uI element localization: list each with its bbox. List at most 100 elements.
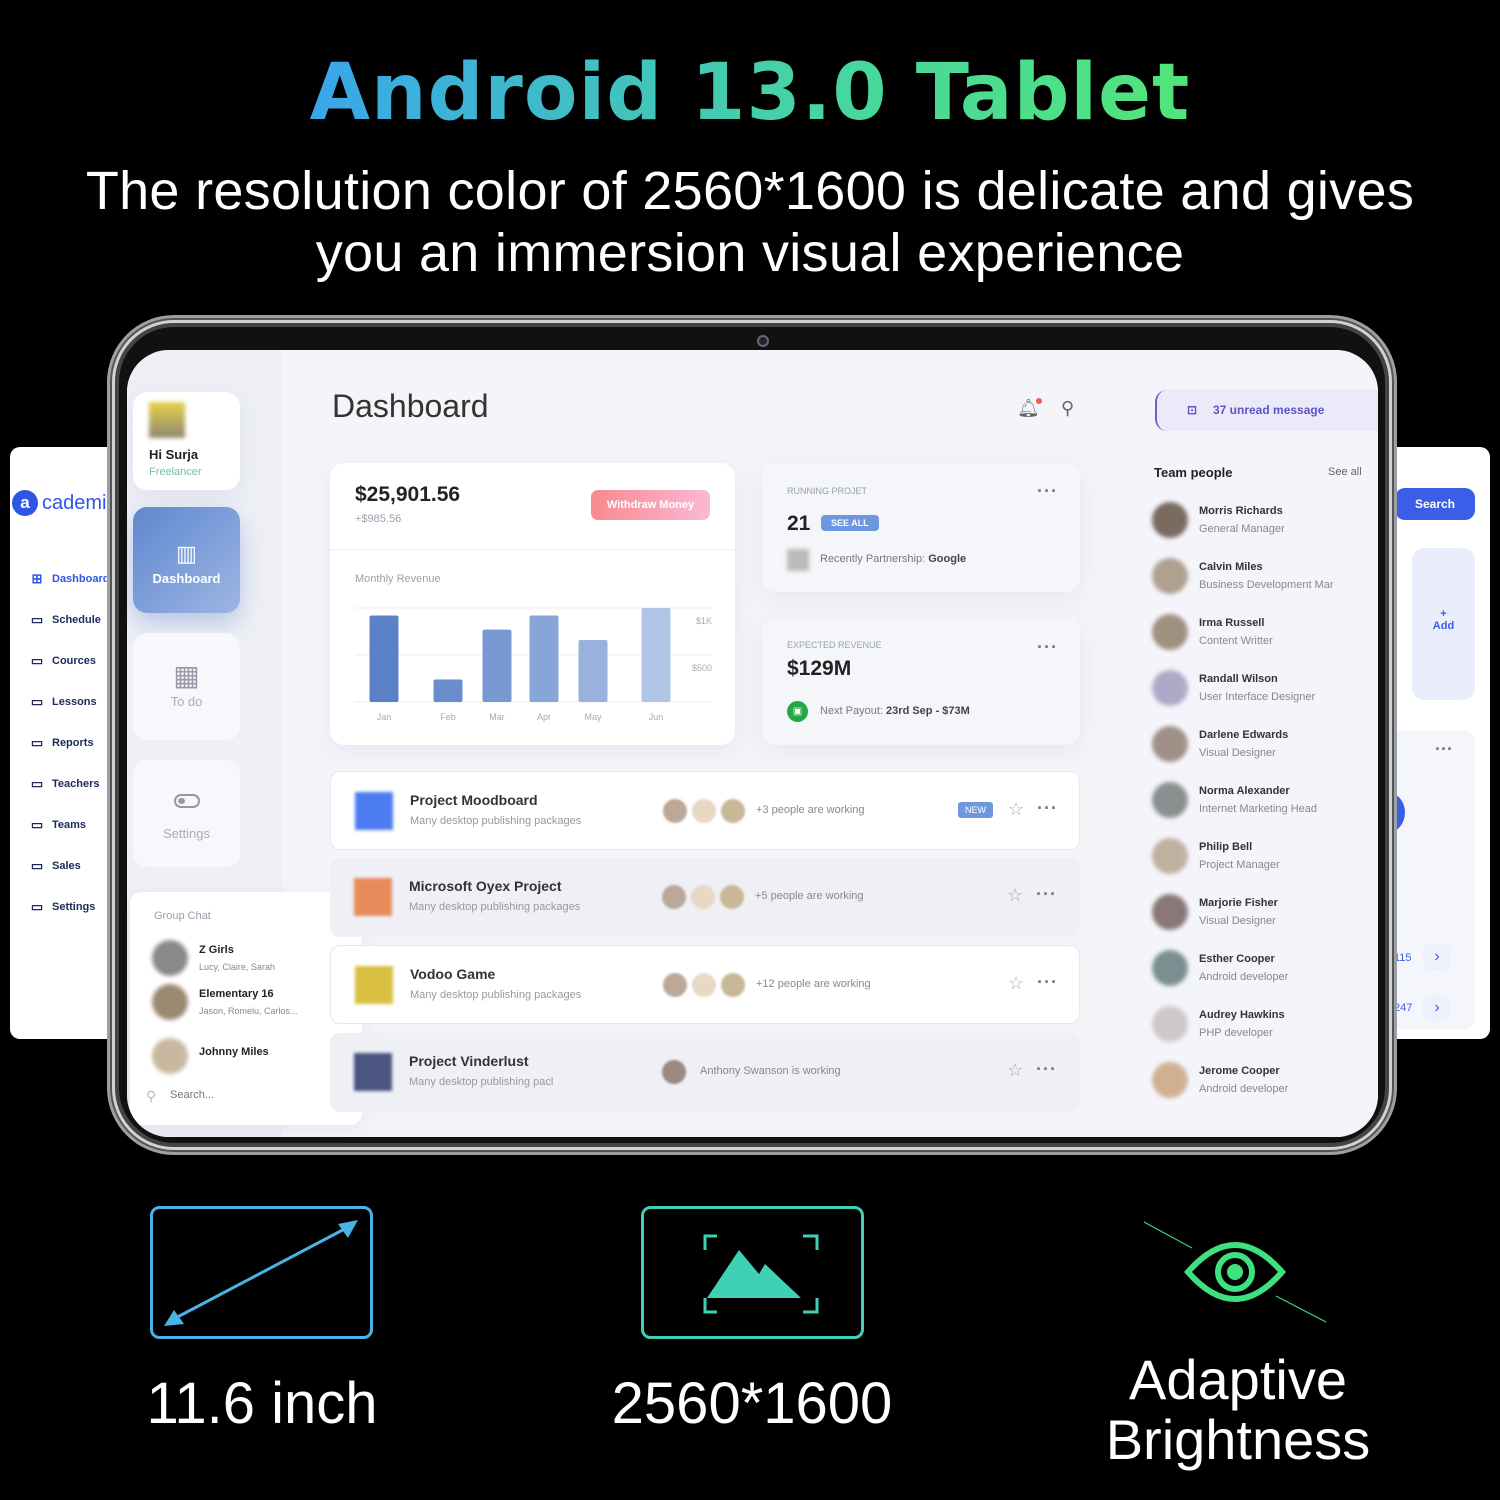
project-row[interactable]: Vodoo Game Many desktop publishing packa…: [330, 945, 1080, 1024]
nav-label: Settings: [163, 826, 210, 841]
bar-jan: [369, 615, 399, 702]
star-icon[interactable]: ☆: [1007, 885, 1023, 906]
project-thumbnail: [355, 966, 393, 1004]
search-button[interactable]: Search: [1395, 488, 1475, 520]
avatar: [1152, 782, 1188, 818]
member-name: Jerome Cooper: [1199, 1065, 1280, 1077]
avatar: [152, 940, 188, 976]
team-member[interactable]: Marjorie Fisher Visual Designer: [1149, 889, 1369, 933]
partner-label: Recently Partnership:: [820, 553, 926, 565]
book-icon: ▭: [30, 653, 44, 668]
expected-amount: $129M: [787, 657, 852, 680]
team-member[interactable]: Philip Bell Project Manager: [1149, 833, 1369, 877]
chat-search-input[interactable]: [170, 1089, 310, 1101]
member-name: Audrey Hawkins: [1199, 1009, 1285, 1021]
dollar-icon: ▭: [30, 858, 44, 873]
more-icon[interactable]: ···: [1036, 1059, 1057, 1080]
member-name: Morris Richards: [1199, 505, 1283, 517]
member-role: PHP developer: [1199, 1027, 1273, 1039]
grid-icon: ⊞: [31, 571, 43, 586]
project-thumbnail: [354, 1053, 392, 1091]
working-text: +3 people are working: [756, 804, 865, 816]
see-all-link[interactable]: See all: [1328, 466, 1362, 478]
more-icon[interactable]: ···: [1037, 972, 1058, 993]
nav-item-lessons[interactable]: ▭ Lessons: [30, 694, 97, 710]
add-label: Add: [1432, 620, 1455, 632]
nav-item-cources[interactable]: ▭ Cources: [30, 653, 96, 669]
more-icon[interactable]: ···: [1037, 798, 1058, 819]
more-icon[interactable]: ···: [1037, 481, 1058, 502]
nav-item-teachers[interactable]: ▭ Teachers: [30, 776, 100, 792]
team-member[interactable]: Jerome Cooper Android developer: [1149, 1057, 1369, 1101]
project-desc: Many desktop publishing packages: [410, 989, 582, 1001]
bar-apr: [529, 615, 559, 702]
bell-icon[interactable]: 🔔︎: [1017, 398, 1042, 419]
team-member[interactable]: Darlene Edwards Visual Designer: [1149, 721, 1369, 765]
grid-icon: ▦: [173, 660, 200, 691]
withdraw-money-button[interactable]: Withdraw Money: [591, 490, 710, 520]
see-all-button[interactable]: SEE ALL: [821, 515, 879, 531]
divider: [330, 549, 735, 550]
team-member[interactable]: Calvin Miles Business Development Mar: [1149, 553, 1369, 597]
member-avatar: [692, 973, 716, 997]
more-icon[interactable]: ···: [1036, 884, 1057, 905]
avatar: [1152, 894, 1188, 930]
nav-label: Settings: [52, 901, 96, 913]
avatar: [1152, 838, 1188, 874]
nav-item-reports[interactable]: ▭ Reports: [30, 735, 94, 751]
working-text: +5 people are working: [755, 890, 864, 902]
add-button[interactable]: + Add: [1412, 548, 1475, 700]
nav-item-settings[interactable]: ▭ Settings: [30, 899, 96, 915]
team-member[interactable]: Esther Cooper Android developer: [1149, 945, 1369, 989]
star-icon[interactable]: ☆: [1008, 799, 1024, 820]
nav-item-schedule[interactable]: ▭ Schedule: [30, 612, 101, 628]
unread-messages-banner[interactable]: ⊡ 37 unread message: [1155, 390, 1378, 431]
nav-settings[interactable]: Settings: [133, 760, 240, 867]
chevron-right-icon[interactable]: ›: [1423, 995, 1451, 1021]
user-greeting: Hi Surja: [149, 447, 199, 462]
balance-amount: $25,901.56: [355, 483, 461, 506]
wallet-icon: ▣: [787, 701, 808, 722]
team-member[interactable]: Morris Richards General Manager: [1149, 497, 1369, 541]
project-thumbnail: [355, 792, 393, 830]
stat-value: 115: [1394, 952, 1412, 964]
more-icon[interactable]: ···: [1037, 637, 1058, 658]
payout-value: 23rd Sep - $73M: [886, 705, 970, 717]
star-icon[interactable]: ☆: [1007, 1060, 1023, 1081]
avatar: [1152, 614, 1188, 650]
chat-name: Johnny Miles: [199, 1046, 269, 1058]
x-tick-label: Jun: [649, 712, 664, 722]
eye-icon: [1143, 1221, 1327, 1323]
team-member[interactable]: Audrey Hawkins PHP developer: [1149, 1001, 1369, 1045]
search-icon[interactable]: ⚲: [1061, 398, 1074, 419]
star-icon[interactable]: ☆: [1008, 973, 1024, 994]
more-icon[interactable]: ...: [1435, 734, 1453, 755]
plus-icon: +: [1440, 608, 1447, 620]
team-member[interactable]: Irma Russell Content Writter: [1149, 609, 1369, 653]
nav-item-teams[interactable]: ▭ Teams: [30, 817, 86, 833]
team-title: Team people: [1154, 465, 1233, 480]
project-row[interactable]: Project Vinderlust Many desktop publishi…: [330, 1033, 1080, 1112]
chat-members: Jason, Romelu, Carlos...: [199, 1006, 298, 1016]
nav-item-sales[interactable]: ▭ Sales: [30, 858, 81, 874]
chat-name: Z Girls: [199, 944, 234, 956]
image-icon: [641, 1206, 864, 1339]
nav-item-dashboard[interactable]: ⊞ Dashboard: [30, 571, 110, 587]
side-app-right: Search + Add ... 115 › 247 ›: [1375, 447, 1490, 1039]
team-member[interactable]: Randall Wilson User Interface Designer: [1149, 665, 1369, 709]
subheadline-line-2: you an immersion visual experience: [315, 223, 1185, 283]
user-card[interactable]: Hi Surja Freelancer: [133, 392, 240, 490]
balance-change: +$985.56: [355, 513, 402, 525]
calendar-icon: ▭: [30, 612, 44, 627]
nav-dashboard[interactable]: ▥ Dashboard: [133, 507, 240, 613]
headline: Android 13.0 Tablet: [309, 48, 1191, 138]
chat-item[interactable]: Elementary 16 Jason, Romelu, Carlos...: [130, 980, 362, 1020]
chat-item[interactable]: Johnny Miles: [130, 1034, 362, 1074]
team-member[interactable]: Norma Alexander Internet Marketing Head: [1149, 777, 1369, 821]
project-row[interactable]: Project Moodboard Many desktop publishin…: [330, 771, 1080, 850]
chat-item[interactable]: Z Girls Lucy, Claire, Sarah: [130, 936, 362, 976]
nav-todo[interactable]: ▦ To do: [133, 633, 240, 740]
chevron-right-icon[interactable]: ›: [1423, 944, 1451, 970]
avatar: [1152, 558, 1188, 594]
project-row[interactable]: Microsoft Oyex Project Many desktop publ…: [330, 858, 1080, 937]
